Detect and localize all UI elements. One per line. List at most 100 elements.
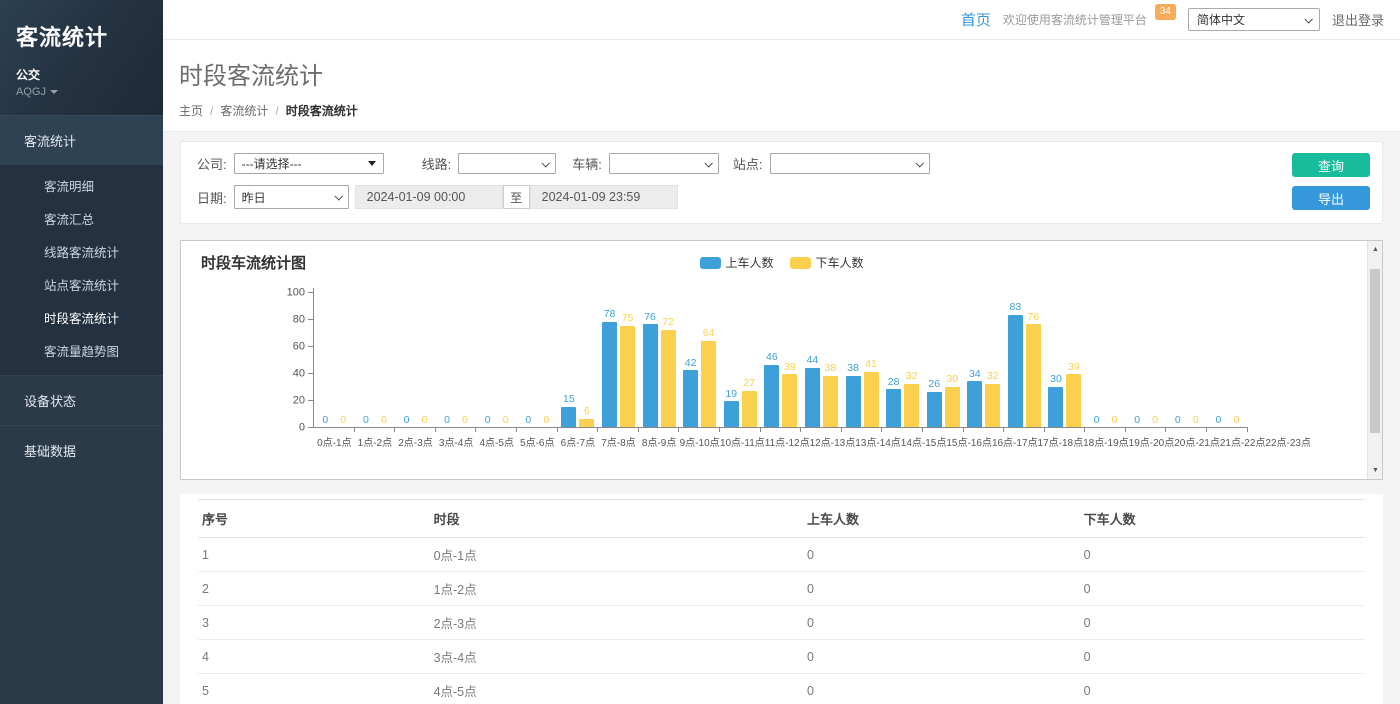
page-heading: 时段客流统计 主页 / 客流统计 / 时段客流统计 [163,40,1400,132]
x-axis-tick [964,428,1005,432]
user-menu[interactable]: AQGJ [16,86,147,98]
bar-value-label: 0 [1134,415,1140,426]
bar-value-label: 0 [543,415,549,426]
table-cell: 0 [1076,572,1365,606]
filter-row-1: 公司: ---请选择--- 线路: 车辆: 站点: [197,153,1366,174]
chart-scrollbar[interactable]: ▲ ▼ [1367,241,1382,479]
bar-value-label: 0 [1233,415,1239,426]
company-select[interactable]: ---请选择--- [234,153,384,174]
table-cell: 0 [799,674,1076,704]
x-axis-tick [558,428,599,432]
y-axis-label: 40 [293,369,305,380]
sidebar-section-passenger-stats[interactable]: 客流统计 [0,115,163,165]
bar [886,389,901,427]
bar-value-label: 39 [784,362,796,373]
x-axis-tick [1166,428,1207,432]
sidebar-subitem[interactable]: 线路客流统计 [0,235,163,268]
table-cell: 0 [1076,538,1365,572]
logout-link[interactable]: 退出登录 [1332,10,1384,29]
sidebar-subitem[interactable]: 客流量趋势图 [0,334,163,367]
x-axis-tick [395,428,436,432]
bar-group: 8376 [1004,288,1045,427]
query-button[interactable]: 查询 [1292,153,1370,177]
bar-value-label: 0 [1094,415,1100,426]
scrollbar-thumb[interactable] [1370,269,1380,433]
language-select-value: 简体中文 [1197,11,1245,28]
chevron-down-icon [334,192,342,200]
breadcrumb-home[interactable]: 主页 [179,102,203,119]
bar-group: 00 [395,288,436,427]
chevron-down-icon [542,159,550,167]
bar-group: 7875 [598,288,639,427]
x-axis-label: 19点-20点 [1129,434,1175,449]
breadcrumb-passenger-stats[interactable]: 客流统计 [220,102,268,119]
sidebar-section-base-data[interactable]: 基础数据 [0,425,163,475]
x-axis-label: 10点-11点 [720,434,765,449]
message-count-badge[interactable]: 34 [1155,4,1176,20]
column-header: 序号 [198,500,426,538]
language-select[interactable]: 简体中文 [1188,8,1320,31]
bar-value-label: 41 [865,359,877,370]
table-row: 54点-5点00 [198,674,1365,704]
scrollbar-down-arrow-icon[interactable]: ▼ [1368,463,1383,478]
x-labels: 0点-1点1点-2点2点-3点3点-4点4点-5点5点-6点6点-7点7点-8点… [314,434,1311,449]
bar-group: 2630 [923,288,964,427]
column-header: 上车人数 [799,500,1076,538]
date-start-input[interactable]: 2024-01-09 00:00 [355,185,503,209]
bar-group: 00 [517,288,558,427]
bar-value-label: 38 [825,363,837,374]
bar [985,384,1000,427]
date-preset-select[interactable]: 昨日 [234,185,349,209]
sidebar: 客流统计 公交 AQGJ 客流统计 客流明细客流汇总线路客流统计站点客流统计时段… [0,0,163,704]
x-axis-tick [801,428,842,432]
home-link[interactable]: 首页 [961,9,991,30]
bar [1026,324,1041,427]
bar-value-label: 0 [503,415,509,426]
sidebar-section-device-status[interactable]: 设备状态 [0,375,163,425]
x-axis-label: 12点-13点 [810,434,856,449]
date-end-input[interactable]: 2024-01-09 23:59 [530,185,678,209]
bar-value-label: 15 [563,394,575,405]
bar [742,391,757,427]
bar-value-label: 0 [1193,415,1199,426]
bar-group: 2832 [882,288,923,427]
sidebar-subitem[interactable]: 时段客流统计 [0,301,163,334]
x-axis-tick [355,428,396,432]
sidebar-menu: 客流统计 客流明细客流汇总线路客流统计站点客流统计时段客流统计客流量趋势图 设备… [0,115,163,475]
sidebar-subitem[interactable]: 客流汇总 [0,202,163,235]
x-axis-label: 13点-14点 [855,434,901,449]
table-cell: 0 [1076,640,1365,674]
station-select[interactable] [770,153,930,174]
sidebar-subitem[interactable]: 客流明细 [0,169,163,202]
y-axis-label: 20 [293,396,305,407]
bar-group: 1927 [720,288,761,427]
sidebar-subitem[interactable]: 站点客流统计 [0,268,163,301]
bar-value-label: 0 [363,415,369,426]
date-range-group: 2024-01-09 00:00 至 2024-01-09 23:59 [355,185,678,209]
y-axis-label: 0 [299,423,305,434]
bar-value-label: 32 [906,371,918,382]
table-cell: 0 [799,572,1076,606]
org-name: 公交 [16,66,147,83]
table-cell: 3点-4点 [426,640,799,674]
line-label: 线路: [422,154,452,173]
x-axis-label: 21点-22点 [1220,434,1266,449]
bar [864,372,879,427]
bar [764,365,779,427]
bar-value-label: 78 [604,309,616,320]
vehicle-select[interactable] [609,153,719,174]
export-button[interactable]: 导出 [1292,186,1370,210]
x-axis-label: 7点-8点 [598,434,639,449]
x-axis-label: 22点-23点 [1265,434,1311,449]
bar [724,401,739,427]
bar-value-label: 42 [685,358,697,369]
bar [701,341,716,427]
line-select[interactable] [458,153,556,174]
scrollbar-up-arrow-icon[interactable]: ▲ [1368,242,1383,257]
bar-group: 00 [1126,288,1167,427]
bar-value-label: 72 [662,317,674,328]
x-axis-label: 4点-5点 [476,434,517,449]
bar [620,326,635,427]
legend-label: 上车人数 [725,254,773,271]
bar-group: 00 [436,288,477,427]
